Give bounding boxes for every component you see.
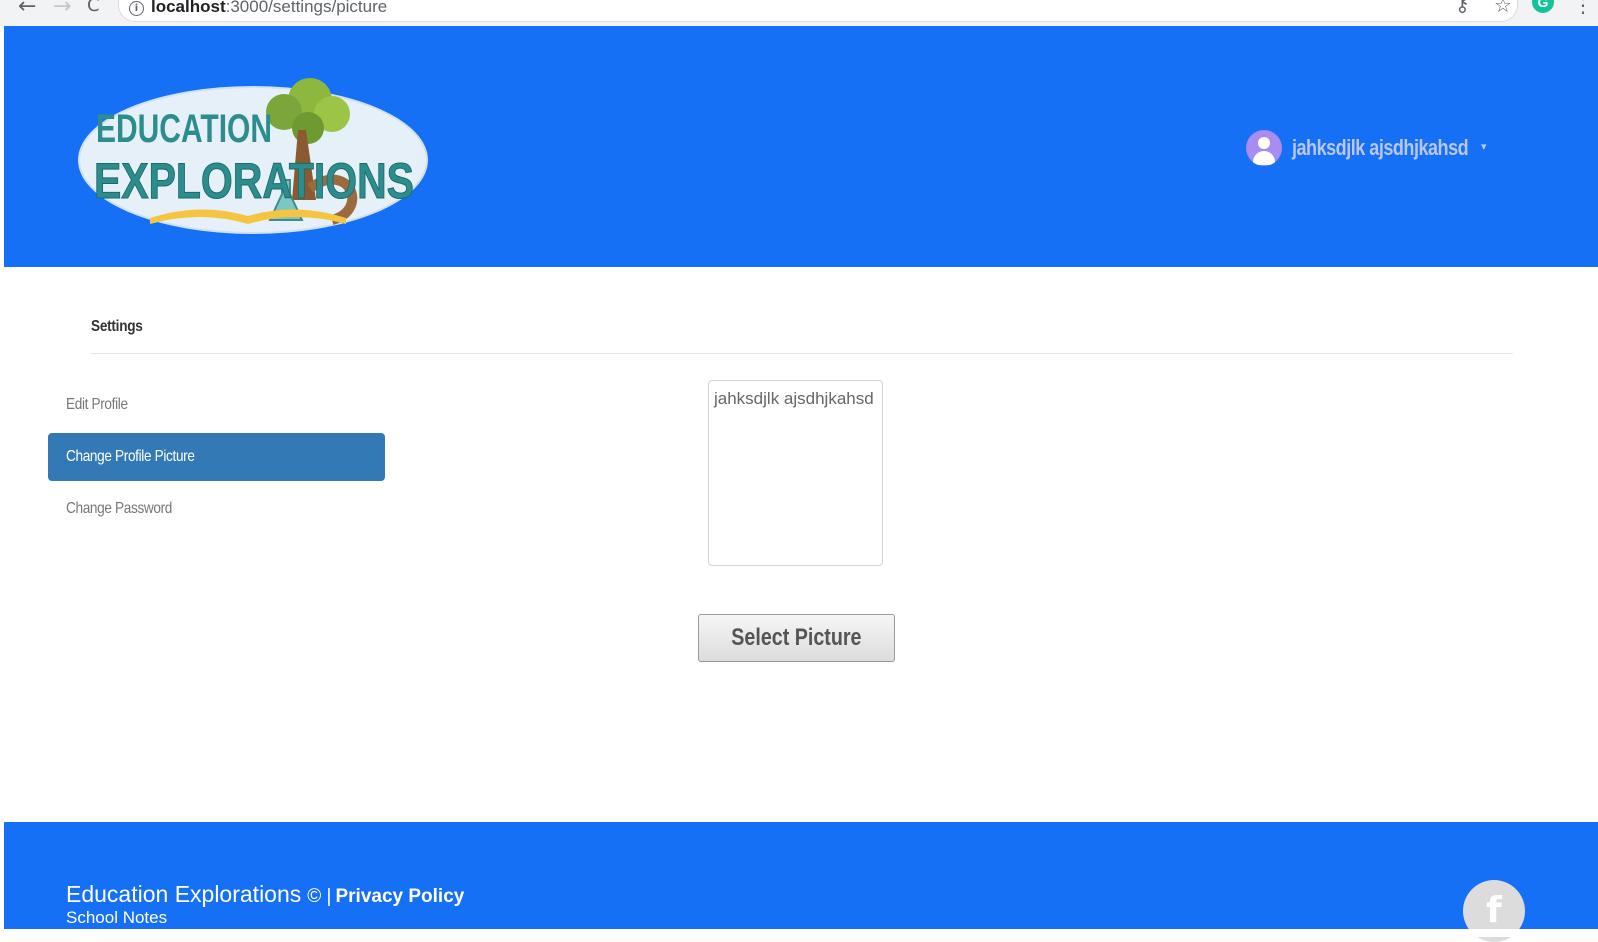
sidebar-item-label: Change Profile Picture xyxy=(66,448,195,465)
chevron-down-icon[interactable]: ▾ xyxy=(1481,140,1487,153)
sidebar-item-change-profile-picture[interactable]: Change Profile Picture xyxy=(48,433,385,481)
sidebar-item-edit-profile[interactable]: Edit Profile xyxy=(48,381,385,429)
user-menu[interactable]: jahksdjlk ajsdhjkahsd ▾ xyxy=(1246,130,1507,166)
picture-alt-text: jahksdjlk ajsdhjkahsd xyxy=(714,389,874,408)
select-picture-label: Select Picture xyxy=(731,624,862,651)
site-header: EDUCATION EXPLORATIONS jahksdjlk ajsdhjk… xyxy=(4,26,1598,267)
bookmark-star-icon[interactable]: ☆ xyxy=(1494,0,1512,17)
logo-text-explorations: EXPLORATIONS xyxy=(94,153,414,209)
browser-toolbar: ← → C i localhost:3000/settings/picture … xyxy=(0,0,1598,26)
url-path: :3000/settings/picture xyxy=(225,0,388,16)
address-bar[interactable]: i localhost:3000/settings/picture xyxy=(118,0,1518,22)
site-footer: Education Explorations © | Privacy Policy … xyxy=(4,822,1598,942)
select-picture-button[interactable]: Select Picture xyxy=(698,614,895,662)
privacy-policy-link[interactable]: Privacy Policy xyxy=(335,886,464,907)
school-notes-link[interactable]: School Notes xyxy=(66,908,167,928)
browser-menu-icon[interactable]: ⋮ xyxy=(1573,0,1593,17)
reload-icon[interactable]: C xyxy=(87,0,100,16)
grammarly-extension-icon[interactable]: G xyxy=(1532,0,1554,13)
footer-copyright: © | xyxy=(307,886,332,907)
url-host: localhost xyxy=(151,0,226,16)
logo-text-education: EDUCATION xyxy=(96,107,272,151)
key-icon[interactable]: ⚷ xyxy=(1455,0,1470,16)
profile-picture-preview: jahksdjlk ajsdhjkahsd xyxy=(708,380,883,566)
page-bottom-edge xyxy=(0,929,1598,937)
footer-line: Education Explorations © | Privacy Policy xyxy=(66,881,464,908)
url-text[interactable]: localhost:3000/settings/picture xyxy=(151,0,387,17)
info-icon[interactable]: i xyxy=(129,1,144,16)
sidebar-item-change-password[interactable]: Change Password xyxy=(48,485,385,533)
user-name[interactable]: jahksdjlk ajsdhjkahsd xyxy=(1292,135,1469,161)
page-title: Settings xyxy=(91,318,143,335)
footer-brand: Education Explorations xyxy=(66,881,302,907)
forward-icon[interactable]: → xyxy=(53,0,71,19)
sidebar-item-label: Change Password xyxy=(66,500,173,517)
avatar[interactable] xyxy=(1246,130,1282,166)
back-icon[interactable]: ← xyxy=(18,0,36,19)
sidebar-item-label: Edit Profile xyxy=(66,396,128,413)
divider xyxy=(91,353,1513,354)
education-explorations-logo[interactable]: EDUCATION EXPLORATIONS xyxy=(70,70,428,234)
